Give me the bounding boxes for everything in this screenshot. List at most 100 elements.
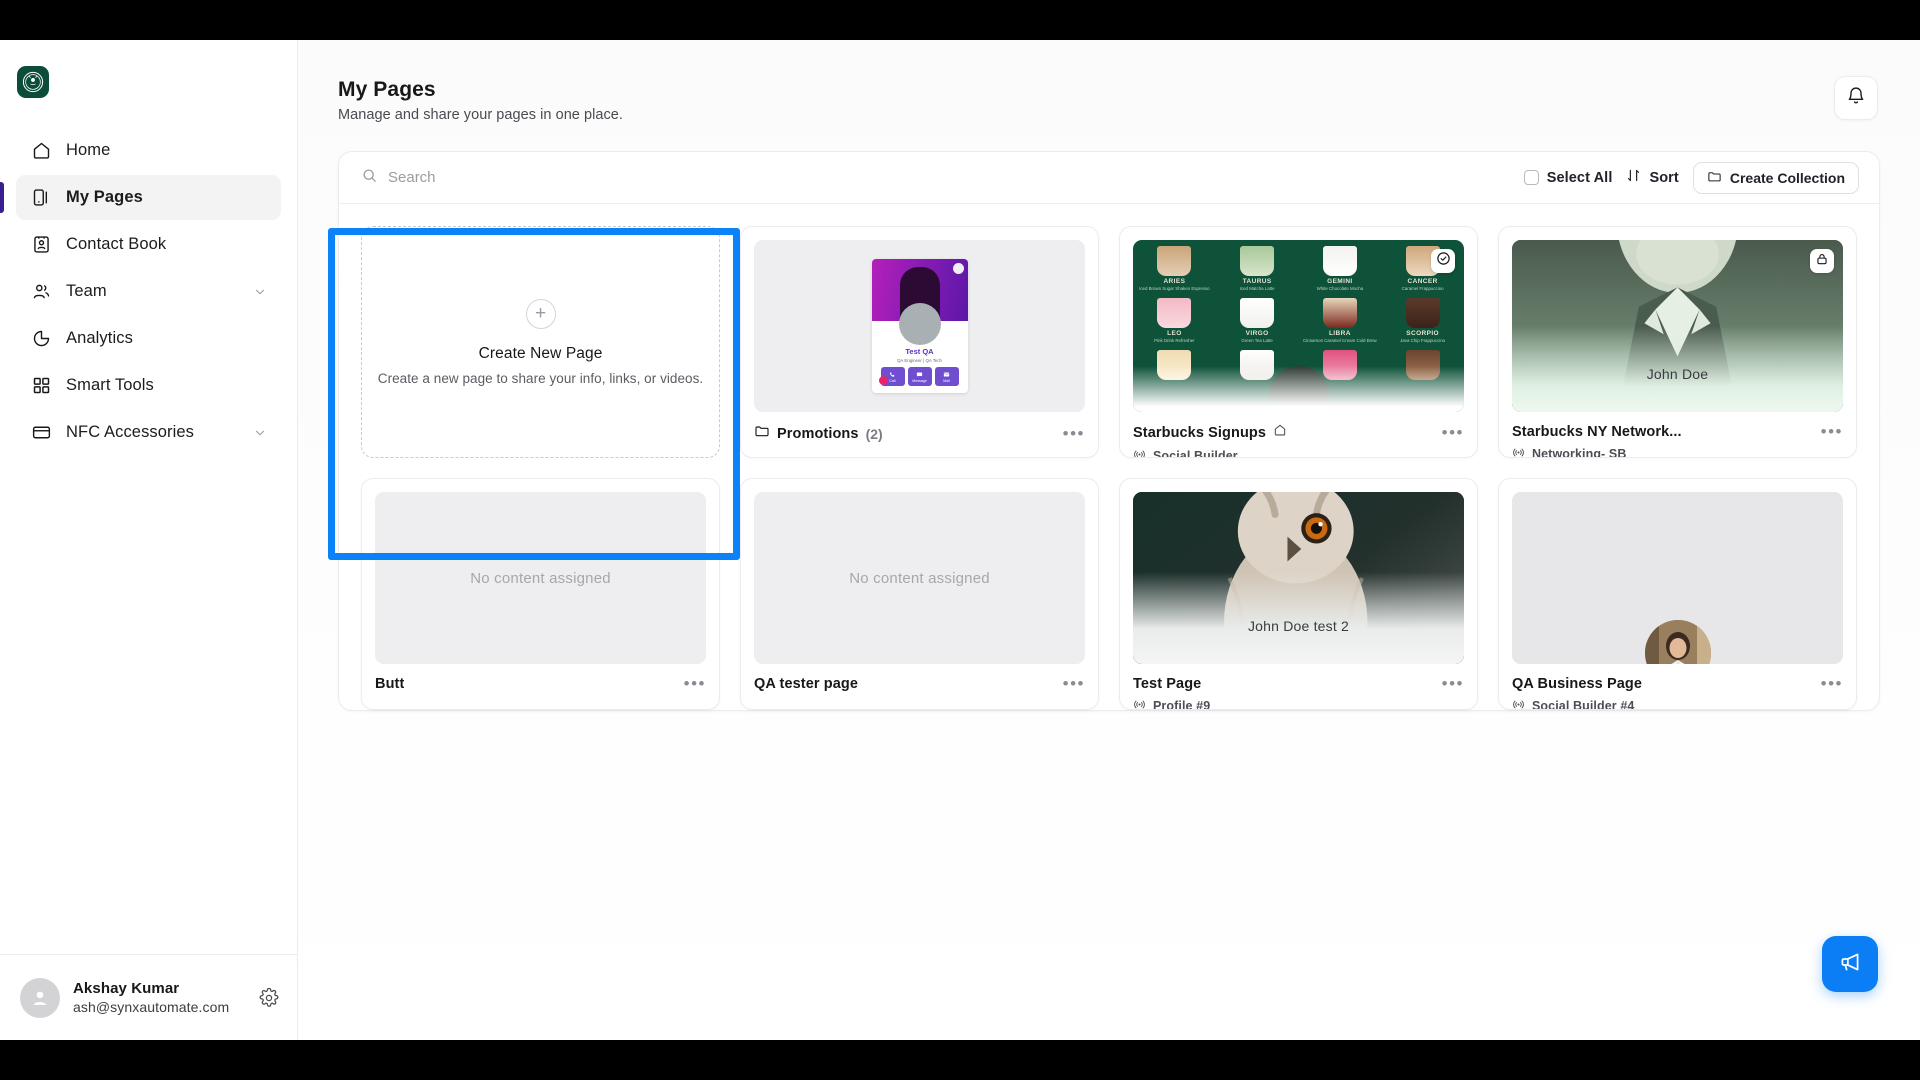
thumbnail-avatar bbox=[1644, 620, 1711, 664]
card-footer: QA Business Page ••• bbox=[1512, 675, 1843, 692]
zodiac-label: GEMINI bbox=[1327, 278, 1353, 285]
zodiac-label: LIBRA bbox=[1328, 330, 1351, 337]
broadcast-icon bbox=[1512, 698, 1525, 709]
card-thumbnail: ARIES Iced Brown Sugar Shaken Espresso TA… bbox=[1133, 240, 1464, 412]
zodiac-label: CANCER bbox=[1407, 278, 1438, 285]
zodiac-label: TAURUS bbox=[1242, 278, 1272, 285]
mini-mail-label: Mail bbox=[943, 378, 950, 383]
card-subtitle: Social Builder bbox=[1153, 449, 1238, 458]
broadcast-icon bbox=[1512, 446, 1525, 457]
page-card-qa-business-page[interactable]: QA Business Page ••• Social Builder #4 bbox=[1498, 478, 1857, 710]
zodiac-label: ARIES bbox=[1163, 278, 1186, 285]
card-title: Test Page bbox=[1133, 675, 1202, 692]
card-title: Starbucks Signups bbox=[1133, 424, 1267, 441]
card-menu-button[interactable]: ••• bbox=[1442, 424, 1464, 441]
card-thumbnail: Test QA QA Engineer | QA Tech Call Messa… bbox=[754, 240, 1085, 412]
zodiac-artwork: ARIES Iced Brown Sugar Shaken Espresso TA… bbox=[1133, 240, 1464, 412]
page-card-starbucks-ny-network[interactable]: John Doe Starbucks NY Network... ••• Net… bbox=[1498, 226, 1857, 458]
sort-button[interactable]: Sort bbox=[1626, 168, 1679, 187]
user-meta: Akshay Kumar ash@synxautomate.com bbox=[73, 980, 246, 1015]
checkbox-icon[interactable] bbox=[1523, 170, 1539, 185]
search-icon bbox=[361, 167, 378, 189]
zodiac-sub: Java Chip Frappuccino bbox=[1400, 338, 1446, 343]
brand bbox=[0, 40, 297, 98]
mini-page-name: Test QA bbox=[905, 347, 934, 356]
mini-mail-button: Mail bbox=[934, 367, 959, 386]
card-footer: Promotions (2) ••• bbox=[754, 423, 1085, 444]
sidebar-item-team[interactable]: Team bbox=[16, 269, 281, 314]
page-card-butt[interactable]: No content assigned Butt ••• bbox=[361, 478, 720, 710]
thumbnail-overlay-name: John Doe bbox=[1646, 366, 1709, 382]
card-menu-button[interactable]: ••• bbox=[1063, 425, 1085, 442]
pages-grid: + Create New Page Create a new page to s… bbox=[339, 204, 1879, 710]
card-menu-button[interactable]: ••• bbox=[1821, 675, 1843, 692]
main-content: My Pages Manage and share your pages in … bbox=[298, 40, 1920, 1040]
page-header: My Pages Manage and share your pages in … bbox=[338, 78, 1880, 123]
folder-card-promotions[interactable]: Test QA QA Engineer | QA Tech Call Messa… bbox=[740, 226, 1099, 458]
chevron-down-icon[interactable] bbox=[253, 285, 267, 299]
search-box[interactable] bbox=[361, 167, 1510, 189]
announcements-button[interactable] bbox=[1822, 936, 1878, 992]
card-menu-button[interactable]: ••• bbox=[1063, 675, 1085, 692]
zodiac-sub: Caramel Frappuccino bbox=[1401, 286, 1444, 291]
folder-item-count: (2) bbox=[865, 425, 883, 442]
card-menu-button[interactable]: ••• bbox=[1442, 675, 1464, 692]
sidebar-item-contact-book[interactable]: Contact Book bbox=[16, 222, 281, 267]
mini-message-label: Message bbox=[912, 378, 927, 383]
page-card-starbucks-signups[interactable]: ARIES Iced Brown Sugar Shaken Espresso TA… bbox=[1119, 226, 1478, 458]
search-input[interactable] bbox=[388, 169, 808, 186]
user-profile-bar[interactable]: Akshay Kumar ash@synxautomate.com bbox=[0, 954, 297, 1040]
card-footer: Test Page ••• bbox=[1133, 675, 1464, 692]
card-subtitle-row: Social Builder #4 bbox=[1512, 698, 1843, 710]
sidebar: Home My Pages Contact Book Team Analytic… bbox=[0, 40, 298, 1040]
page-card-test-page[interactable]: John Doe test 2 Test Page ••• Profile #9 bbox=[1119, 478, 1478, 710]
private-badge bbox=[1810, 249, 1834, 273]
page-card-qa-tester-page[interactable]: No content assigned QA tester page ••• bbox=[740, 478, 1099, 710]
page-subtitle: Manage and share your pages in one place… bbox=[338, 107, 623, 123]
chevron-down-icon[interactable] bbox=[253, 426, 267, 440]
panel-toolbar: Select All Sort bbox=[339, 152, 1879, 204]
home-small-icon bbox=[1273, 423, 1287, 442]
card-title: Promotions bbox=[777, 425, 859, 442]
pages-panel: Select All Sort bbox=[338, 151, 1880, 711]
sidebar-item-analytics[interactable]: Analytics bbox=[16, 316, 281, 361]
gear-icon[interactable] bbox=[259, 987, 279, 1008]
notifications-button[interactable] bbox=[1834, 76, 1878, 120]
home-icon bbox=[30, 140, 52, 162]
zodiac-sub: Green Tea Latte bbox=[1241, 338, 1273, 343]
mini-call-label: Call bbox=[889, 378, 896, 383]
card-title: QA tester page bbox=[754, 675, 859, 692]
avatar bbox=[20, 977, 60, 1018]
card-title: Starbucks NY Network... bbox=[1512, 423, 1682, 440]
card-menu-button[interactable]: ••• bbox=[1821, 423, 1843, 440]
card-subtitle: Social Builder #4 bbox=[1532, 699, 1635, 710]
portrait-artwork: John Doe bbox=[1512, 240, 1843, 412]
broadcast-icon bbox=[1133, 698, 1146, 709]
sidebar-item-home[interactable]: Home bbox=[16, 128, 281, 173]
create-new-page-card[interactable]: + Create New Page Create a new page to s… bbox=[361, 226, 720, 458]
empty-thumbnail-text: No content assigned bbox=[470, 569, 611, 587]
folder-icon bbox=[754, 423, 770, 444]
card-menu-button[interactable]: ••• bbox=[684, 675, 706, 692]
folder-icon bbox=[1707, 169, 1722, 187]
card-subtitle-row: Profile #9 bbox=[1133, 698, 1464, 709]
select-all-label: Select All bbox=[1546, 169, 1613, 186]
sidebar-item-label: My Pages bbox=[66, 188, 143, 206]
sidebar-item-my-pages[interactable]: My Pages bbox=[0, 175, 281, 220]
starbucks-logo-icon[interactable] bbox=[17, 66, 49, 98]
select-all-toggle[interactable]: Select All bbox=[1523, 169, 1613, 186]
sidebar-item-smart-tools[interactable]: Smart Tools bbox=[16, 363, 281, 408]
create-collection-label: Create Collection bbox=[1729, 169, 1845, 186]
mini-badge-icon bbox=[952, 263, 964, 274]
pages-icon bbox=[30, 187, 52, 209]
team-icon bbox=[30, 281, 52, 303]
card-subtitle-row: Social Builder bbox=[1133, 448, 1464, 458]
zodiac-cell: GEMINI White Chocolate Mocha bbox=[1299, 246, 1382, 292]
sidebar-item-nfc-accessories[interactable]: NFC Accessories bbox=[16, 410, 281, 455]
create-new-page-subtitle: Create a new page to share your info, li… bbox=[377, 370, 704, 386]
megaphone-icon bbox=[1837, 949, 1863, 980]
card-subtitle: Networking- SB bbox=[1532, 447, 1627, 458]
create-collection-button[interactable]: Create Collection bbox=[1692, 161, 1859, 194]
zodiac-sub: Iced Brown Sugar Shaken Espresso bbox=[1139, 286, 1210, 291]
sidebar-item-label: Home bbox=[66, 141, 111, 159]
